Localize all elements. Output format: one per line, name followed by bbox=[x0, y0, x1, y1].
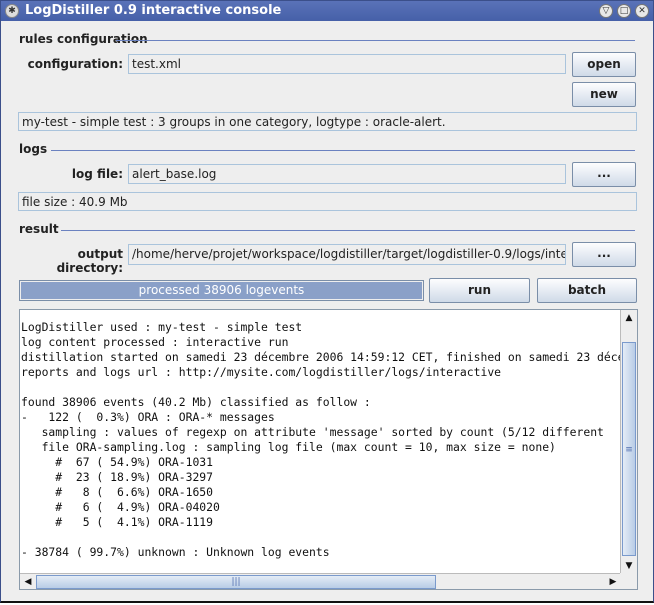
horizontal-scroll-thumb[interactable]: ||| bbox=[36, 575, 436, 589]
title-bar[interactable]: ✱ LogDistiller 0.9 interactive console ▽… bbox=[1, 1, 653, 21]
progress-bar: processed 38906 logevents bbox=[19, 280, 424, 301]
output-directory-input[interactable]: /home/herve/projet/workspace/logdistille… bbox=[128, 244, 566, 265]
progress-text: processed 38906 logevents bbox=[138, 283, 305, 297]
app-icon: ✱ bbox=[5, 4, 19, 18]
scroll-up-icon[interactable]: ▲ bbox=[621, 310, 637, 326]
maximize-icon[interactable]: □ bbox=[617, 4, 631, 18]
run-button[interactable]: run bbox=[429, 278, 530, 303]
divider bbox=[61, 230, 635, 231]
batch-button[interactable]: batch bbox=[537, 278, 637, 303]
new-button[interactable]: new bbox=[572, 82, 636, 107]
browse-output-button[interactable]: ... bbox=[572, 242, 636, 267]
divider bbox=[116, 40, 635, 41]
minimize-icon[interactable]: ▽ bbox=[599, 4, 613, 18]
scroll-down-icon[interactable]: ▼ bbox=[621, 558, 637, 574]
log-file-input[interactable]: alert_base.log bbox=[128, 164, 566, 184]
divider bbox=[51, 150, 635, 151]
log-file-label: log file: bbox=[71, 167, 123, 181]
vertical-scroll-thumb[interactable]: ≡ bbox=[622, 342, 636, 556]
configuration-input[interactable]: test.xml bbox=[128, 54, 566, 74]
vertical-scrollbar[interactable]: ▲ ≡ ▼ bbox=[620, 310, 637, 574]
browse-log-button[interactable]: ... bbox=[572, 162, 636, 187]
close-icon[interactable]: ✕ bbox=[635, 4, 649, 18]
rules-section-title: rules configuration bbox=[19, 32, 148, 46]
result-section-title: result bbox=[19, 222, 59, 236]
window-title: LogDistiller 0.9 interactive console bbox=[25, 3, 282, 18]
output-text: LogDistiller used : my-test - simple tes… bbox=[21, 320, 621, 559]
output-directory-label: output directory: bbox=[56, 247, 123, 275]
configuration-label: configuration: bbox=[27, 57, 123, 71]
scroll-left-icon[interactable]: ◀ bbox=[20, 574, 36, 589]
scroll-right-icon[interactable]: ▶ bbox=[605, 574, 621, 589]
open-button[interactable]: open bbox=[572, 52, 636, 77]
scroll-corner bbox=[620, 573, 637, 589]
output-text-area[interactable]: LogDistiller used : my-test - simple tes… bbox=[19, 309, 638, 590]
rules-info: my-test - simple test : 3 groups in one … bbox=[18, 112, 637, 131]
file-size-info: file size : 40.9 Mb bbox=[18, 192, 637, 211]
main-window: ✱ LogDistiller 0.9 interactive console ▽… bbox=[0, 0, 654, 603]
horizontal-scrollbar[interactable]: ◀ ||| ▶ bbox=[20, 573, 621, 589]
logs-section-title: logs bbox=[19, 142, 48, 156]
